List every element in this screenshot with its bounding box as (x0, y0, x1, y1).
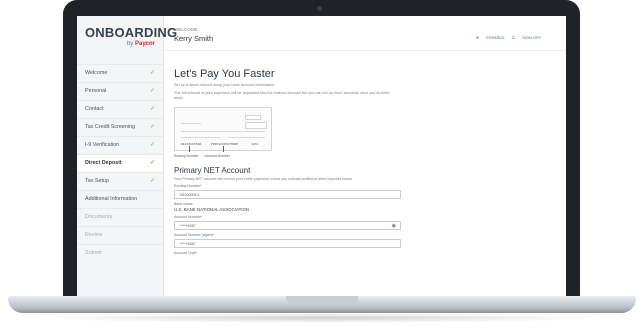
sidebar-item-review[interactable]: Review (77, 226, 163, 244)
account-number-caption: Account Number (204, 154, 230, 158)
account-number-value: *****4567 (180, 224, 196, 228)
check-number-box (245, 115, 261, 120)
sidebar-item-label: Documents (85, 214, 113, 220)
check-diagram: ⑆123456789⑆ ⑈0001234567890⑈ 1234 (174, 107, 272, 152)
sidebar-item-label: Additional Information (85, 196, 138, 202)
header-links: ⊕ ESPAÑOL ⏻ SIGN OFF (470, 35, 541, 40)
account-number-label: Account Number* (174, 215, 203, 219)
sidebar-item-personal[interactable]: Personal ✓ (77, 82, 163, 100)
sidebar-item-welcome[interactable]: Welcome ✓ (77, 64, 163, 82)
laptop-screen: ONBOARDING by Paycor Welcome ✓ Personal ✓ Co… (77, 16, 566, 300)
sidebar: ONBOARDING by Paycor Welcome ✓ Personal ✓ Co… (77, 16, 178, 300)
sidebar-item-contact[interactable]: Contact ✓ (77, 100, 163, 118)
check-routing-digits: ⑆123456789⑆ (181, 142, 201, 146)
sidebar-item-label: Submit (85, 250, 102, 256)
sidebar-item-tax-credit-screening[interactable]: Tax Credit Screening ✓ (77, 118, 163, 136)
check-amount-line (181, 131, 265, 132)
webcam (317, 6, 322, 11)
show-password-icon[interactable]: ◉ (392, 222, 396, 231)
routing-number-input[interactable]: 042000013 (174, 190, 401, 199)
sidebar-item-tax-setup[interactable]: Tax Setup ✓ (77, 172, 163, 190)
checkmark-icon: ✓ (149, 70, 155, 76)
account-number-again-label: Account Number (again)* (174, 233, 215, 237)
logo-sub-text: by Paycor (85, 41, 155, 47)
sidebar-item-label: Tax Setup (85, 178, 109, 184)
check-memo-line (181, 137, 221, 138)
check-number: 1234 (251, 142, 259, 146)
checkmark-icon: ✓ (149, 124, 155, 130)
bank-name-label: Bank Name (174, 202, 193, 206)
language-link[interactable]: ⊕ ESPAÑOL (476, 35, 505, 40)
page-description: The full amount of your paycheck will be… (174, 91, 390, 100)
account-number-again-input[interactable]: *****4567 (174, 239, 401, 248)
checkmark-icon: ✓ (149, 142, 155, 148)
sidebar-item-documents[interactable]: Documents (77, 208, 163, 226)
account-type-label: Account Type* (174, 251, 198, 255)
checkmark-icon: ✓ (149, 160, 155, 166)
laptop-notch (286, 296, 358, 304)
logo-company: Paycor (134, 41, 155, 47)
main-content: Let's Pay You Faster Set up a direct dep… (174, 54, 494, 255)
account-number-input[interactable]: *****4567 ◉ (174, 221, 401, 230)
sidebar-item-label: I-9 Verification (85, 142, 120, 148)
page-subtitle: Set up a direct deposit using your bank … (174, 83, 275, 87)
header: WELCOME, Kerry Smith ⊕ ESPAÑOL ⏻ SIGN OF… (164, 16, 566, 51)
logo-by: by (126, 41, 134, 47)
routing-pointer (189, 146, 190, 152)
user-name: Kerry Smith (174, 34, 214, 43)
bank-name-value: U.S. BANK NATIONAL ASSOCIATION (174, 207, 250, 212)
sidebar-item-label: Contact (85, 106, 104, 112)
sidebar-item-i-9-verification[interactable]: I-9 Verification ✓ (77, 136, 163, 154)
routing-number-label: Routing Number* (174, 184, 202, 188)
sidebar-item-label: Direct Deposit (85, 160, 122, 166)
language-link-label: ESPAÑOL (486, 35, 505, 40)
section-title: Primary NET Account (174, 166, 251, 175)
welcome-label: WELCOME, (174, 27, 200, 32)
sidebar-nav: Welcome ✓ Personal ✓ Contact ✓ Tax Credit Scre… (77, 64, 163, 262)
signoff-link[interactable]: ⏻ SIGN OFF (512, 35, 541, 40)
sidebar-item-label: Tax Credit Screening (85, 124, 136, 130)
checkmark-icon: ✓ (149, 178, 155, 184)
page-title: Let's Pay You Faster (174, 68, 275, 80)
check-account-digits: ⑈0001234567890⑈ (211, 142, 239, 146)
checkmark-icon: ✓ (149, 106, 155, 112)
checkmark-icon: ✓ (149, 88, 155, 94)
laptop-shadow (40, 313, 604, 323)
check-amount-box (245, 122, 267, 129)
sidebar-item-submit[interactable]: Submit (77, 244, 163, 262)
sidebar-item-label: Review (85, 232, 103, 238)
check-labels: Routing Number Account Number (174, 154, 494, 158)
check-signature-line (229, 137, 265, 138)
account-pointer (223, 146, 224, 152)
signoff-link-label: SIGN OFF (522, 35, 541, 40)
sidebar-item-label: Welcome (85, 70, 108, 76)
sidebar-item-label: Personal (85, 88, 107, 94)
section-description: Your Primary NET account will receive yo… (174, 177, 353, 181)
logo-main-text: ONBOARDING (85, 25, 178, 40)
sidebar-item-direct-deposit[interactable]: Direct Deposit ✓ (77, 154, 163, 172)
sidebar-item-additional-information[interactable]: Additional Information (77, 190, 163, 208)
laptop-lid: ONBOARDING by Paycor Welcome ✓ Personal ✓ Co… (63, 0, 580, 300)
logo: ONBOARDING by Paycor (77, 16, 178, 58)
check-payee-line (181, 123, 201, 124)
routing-number-caption: Routing Number (174, 154, 199, 158)
